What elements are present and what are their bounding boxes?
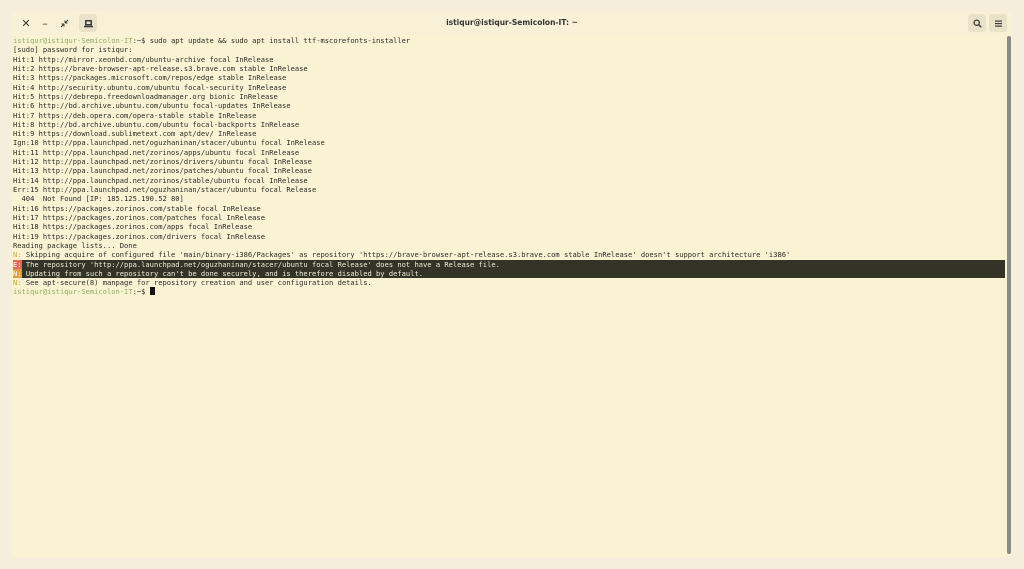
message-tag: N: — [13, 250, 22, 260]
prompt-user: istiqur@istiqur-Semicolon-IT — [13, 287, 133, 297]
message-text: Updating from such a repository can't be… — [21, 268, 424, 278]
output-line: Hit:14 http://ppa.launchpad.net/zorinos/… — [13, 175, 308, 185]
message-text: Skipping acquire of configured file 'mai… — [21, 250, 791, 260]
output-line: Hit:18 https://packages.zorinos.com/apps… — [13, 222, 253, 232]
output-line: Hit:12 http://ppa.launchpad.net/zorinos/… — [13, 157, 312, 167]
terminal-window: ✕ – istiqur@istiqur-Semicolon-IT: ~ isti… — [12, 11, 1012, 557]
scrollbar[interactable] — [1007, 36, 1011, 554]
message-text: See apt-secure(8) manpage for repository… — [21, 278, 372, 288]
output-line: 404 Not Found [IP: 185.125.190.52 80] — [13, 194, 184, 204]
output-line: Hit:17 https://packages.zorinos.com/patc… — [13, 212, 265, 222]
text-cursor — [149, 287, 155, 296]
output-line: Hit:3 https://packages.microsoft.com/rep… — [13, 73, 287, 83]
message-text: The repository 'http://ppa.launchpad.net… — [21, 259, 500, 269]
prompt-symbol: :~$ — [132, 36, 150, 45]
output-line: Hit:6 http://bd.archive.ubuntu.com/ubunt… — [13, 101, 291, 111]
message-tag: N: — [13, 268, 22, 279]
output-line: Hit:13 http://ppa.launchpad.net/zorinos/… — [13, 166, 312, 176]
output-line: Ign:10 http://ppa.launchpad.net/oguzhani… — [13, 138, 325, 148]
output-line: Hit:8 http://bd.archive.ubuntu.com/ubunt… — [13, 119, 300, 129]
output-line: Hit:1 http://mirror.xeonbd.com/ubuntu-ar… — [13, 54, 274, 64]
title-bar[interactable]: ✕ – istiqur@istiqur-Semicolon-IT: ~ — [12, 11, 1012, 35]
menu-button[interactable] — [989, 14, 1007, 32]
output-line: Hit:7 https://deb.opera.com/opera-stable… — [13, 110, 257, 120]
output-line: Hit:2 https://brave-browser-apt-release.… — [13, 63, 308, 73]
output-line: Err:15 http://ppa.launchpad.net/oguzhani… — [13, 185, 317, 194]
output-line: Hit:5 https://debrepo.freedownloadmanage… — [13, 91, 278, 101]
prompt-user: istiqur@istiqur-Semicolon-IT — [13, 36, 133, 45]
output-line: [sudo] password for istiqur: — [13, 45, 133, 55]
window-title: istiqur@istiqur-Semicolon-IT: ~ — [446, 18, 578, 27]
command-text: sudo apt update && sudo apt install ttf-… — [149, 36, 411, 45]
message-tag: N: — [13, 278, 22, 288]
apt-message-line: N: Skipping acquire of configured file '… — [13, 250, 1005, 259]
output-line: Hit:16 https://packages.zorinos.com/stab… — [13, 203, 261, 213]
message-tag: E: — [13, 259, 22, 269]
apt-message-line: N: Updating from such a repository can't… — [13, 268, 1005, 279]
output-line: Reading package lists... Done — [13, 240, 137, 250]
prompt-symbol: :~$ — [132, 287, 150, 297]
search-icon — [972, 18, 982, 28]
output-line: Hit:4 http://security.ubuntu.com/ubuntu … — [13, 82, 287, 92]
command-line: istiqur@istiqur-Semicolon-IT:~$ sudo apt… — [13, 36, 1005, 45]
output-line: Hit:11 http://ppa.launchpad.net/zorinos/… — [13, 147, 300, 157]
hamburger-menu-icon — [994, 20, 1002, 27]
apt-message-line: N: See apt-secure(8) manpage for reposit… — [13, 278, 1005, 287]
scrollbar-thumb[interactable] — [1007, 36, 1011, 554]
search-button[interactable] — [968, 14, 986, 32]
terminal-output[interactable]: istiqur@istiqur-Semicolon-IT:~$ sudo apt… — [13, 36, 1005, 556]
output-line: Hit:9 https://download.sublimetext.com a… — [13, 129, 257, 139]
active-prompt-line[interactable]: istiqur@istiqur-Semicolon-IT:~$ — [13, 287, 1005, 296]
output-line: Hit:19 https://packages.zorinos.com/driv… — [13, 231, 265, 241]
apt-message-line: E: The repository 'http://ppa.launchpad.… — [13, 259, 1005, 269]
